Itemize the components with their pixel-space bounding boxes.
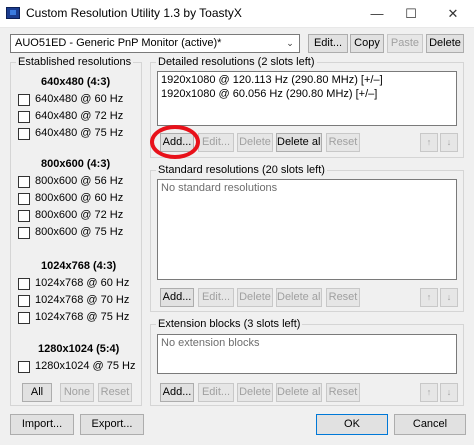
group-heading-640x480: 640x480 (4:3) (41, 76, 111, 88)
checkbox-box[interactable] (18, 227, 30, 239)
extension-add-button[interactable]: Add... (160, 383, 194, 402)
minimize-button[interactable]: — (360, 0, 394, 28)
detailed-delete-button[interactable]: Delete (237, 133, 273, 152)
close-button[interactable]: ✕ (436, 0, 470, 28)
checkbox-box[interactable] (18, 193, 30, 205)
extension-blocks-label: Extension blocks (3 slots left) (156, 318, 303, 330)
checkbox-box[interactable] (18, 278, 30, 290)
title-bar[interactable]: Custom Resolution Utility 1.3 by ToastyX… (0, 0, 474, 28)
extension-move-down-button[interactable]: ↓ (440, 383, 458, 402)
maximize-button[interactable]: ☐ (394, 0, 428, 28)
standard-edit-button[interactable]: Edit... (198, 288, 234, 307)
checkbox-label: 1280x1024 @ 75 Hz (35, 360, 136, 372)
chevron-down-icon[interactable]: ⌄ (283, 36, 297, 51)
monitor-delete-button[interactable]: Delete (426, 34, 464, 53)
extension-delete-all-button[interactable]: Delete all (276, 383, 322, 402)
ok-button[interactable]: OK (316, 414, 388, 435)
monitor-paste-button[interactable]: Paste (387, 34, 423, 53)
established-all-button[interactable]: All (22, 383, 52, 402)
checkbox-label: 1024x768 @ 70 Hz (35, 294, 130, 306)
checkbox-box[interactable] (18, 361, 30, 373)
checkbox-label: 640x480 @ 60 Hz (35, 93, 124, 105)
checkbox-label: 800x600 @ 75 Hz (35, 226, 124, 238)
checkbox-label: 800x600 @ 60 Hz (35, 192, 124, 204)
checkbox-label: 640x480 @ 75 Hz (35, 127, 124, 139)
standard-move-up-button[interactable]: ↑ (420, 288, 438, 307)
checkbox-label: 800x600 @ 56 Hz (35, 175, 124, 187)
established-none-button[interactable]: None (60, 383, 94, 402)
group-heading-800x600: 800x600 (4:3) (41, 158, 111, 170)
list-item[interactable]: 1920x1080 @ 60.056 Hz (290.80 MHz) [+/–] (161, 88, 377, 100)
empty-list-text: No extension blocks (161, 337, 260, 349)
standard-reset-button[interactable]: Reset (326, 288, 360, 307)
extension-delete-button[interactable]: Delete (237, 383, 273, 402)
checkbox-box[interactable] (18, 295, 30, 307)
window-title: Custom Resolution Utility 1.3 by ToastyX (26, 6, 242, 20)
detailed-edit-button[interactable]: Edit... (198, 133, 234, 152)
detailed-move-down-button[interactable]: ↓ (440, 133, 458, 152)
established-resolutions-label: Established resolutions (16, 56, 134, 68)
standard-add-button[interactable]: Add... (160, 288, 194, 307)
standard-delete-all-button[interactable]: Delete all (276, 288, 322, 307)
checkbox-label: 1024x768 @ 60 Hz (35, 277, 130, 289)
checkbox-box[interactable] (18, 111, 30, 123)
cancel-button[interactable]: Cancel (394, 414, 466, 435)
standard-delete-button[interactable]: Delete (237, 288, 273, 307)
checkbox-box[interactable] (18, 176, 30, 188)
standard-resolutions-list[interactable]: No standard resolutions (157, 179, 457, 280)
app-icon (6, 7, 20, 19)
detailed-reset-button[interactable]: Reset (326, 133, 360, 152)
extension-blocks-list[interactable]: No extension blocks (157, 334, 457, 374)
list-item[interactable]: 1920x1080 @ 120.113 Hz (290.80 MHz) [+/–… (161, 74, 383, 86)
checkbox-box[interactable] (18, 128, 30, 140)
detailed-resolutions-label: Detailed resolutions (2 slots left) (156, 56, 317, 68)
checkbox-label: 1024x768 @ 75 Hz (35, 311, 130, 323)
checkbox-label: 640x480 @ 72 Hz (35, 110, 124, 122)
detailed-resolutions-list[interactable]: 1920x1080 @ 120.113 Hz (290.80 MHz) [+/–… (157, 71, 457, 126)
highlight-circle (150, 125, 200, 159)
established-reset-button[interactable]: Reset (98, 383, 132, 402)
checkbox-box[interactable] (18, 94, 30, 106)
detailed-move-up-button[interactable]: ↑ (420, 133, 438, 152)
checkbox-label: 800x600 @ 72 Hz (35, 209, 124, 221)
empty-list-text: No standard resolutions (161, 182, 278, 194)
monitor-copy-button[interactable]: Copy (350, 34, 384, 53)
standard-resolutions-label: Standard resolutions (20 slots left) (156, 164, 327, 176)
checkbox-box[interactable] (18, 210, 30, 222)
group-heading-1024x768: 1024x768 (4:3) (41, 260, 117, 272)
export-button[interactable]: Export... (80, 414, 144, 435)
monitor-select-value: AUO51ED - Generic PnP Monitor (active)* (15, 37, 222, 49)
extension-edit-button[interactable]: Edit... (198, 383, 234, 402)
group-heading-1280x1024: 1280x1024 (5:4) (38, 343, 120, 355)
extension-reset-button[interactable]: Reset (326, 383, 360, 402)
extension-move-up-button[interactable]: ↑ (420, 383, 438, 402)
detailed-delete-all-button[interactable]: Delete all (276, 133, 322, 152)
standard-move-down-button[interactable]: ↓ (440, 288, 458, 307)
import-button[interactable]: Import... (10, 414, 74, 435)
monitor-select[interactable]: AUO51ED - Generic PnP Monitor (active)* … (10, 34, 300, 53)
checkbox-box[interactable] (18, 312, 30, 324)
monitor-edit-button[interactable]: Edit... (308, 34, 348, 53)
